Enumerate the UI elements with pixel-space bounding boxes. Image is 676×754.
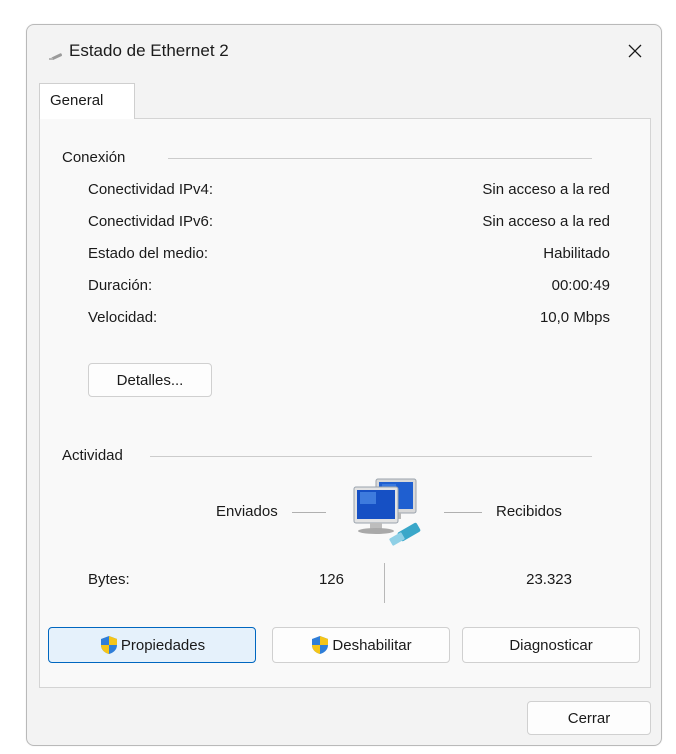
disable-button[interactable]: Deshabilitar <box>272 627 450 663</box>
duration-label: Duración: <box>88 277 153 294</box>
ipv4-value: Sin acceso a la red <box>482 181 610 198</box>
diagnose-button[interactable]: Diagnosticar <box>462 627 640 663</box>
connection-divider <box>168 158 592 159</box>
media-state-label: Estado del medio: <box>88 245 209 262</box>
close-button[interactable] <box>617 33 653 69</box>
sent-label: Enviados <box>216 503 278 520</box>
speed-label: Velocidad: <box>88 309 158 326</box>
close-dialog-button[interactable]: Cerrar <box>527 701 651 735</box>
activity-heading: Actividad <box>62 447 123 464</box>
properties-button-label: Propiedades <box>120 636 206 654</box>
received-label: Recibidos <box>496 503 562 520</box>
network-computers-icon <box>353 478 421 546</box>
received-connector <box>444 512 482 513</box>
disable-button-label: Deshabilitar <box>332 636 412 654</box>
activity-divider <box>150 456 592 457</box>
bytes-label: Bytes: <box>88 571 130 588</box>
ipv6-label: Conectividad IPv6: <box>88 213 214 230</box>
general-panel: Conexión Conectividad IPv4: Sin acceso a… <box>39 118 651 688</box>
sent-connector <box>292 512 326 513</box>
bytes-sent-value: 126 <box>318 571 344 588</box>
details-button[interactable]: Detalles... <box>88 363 212 397</box>
ipv6-value: Sin acceso a la red <box>482 213 610 230</box>
uac-shield-icon <box>312 636 329 654</box>
ethernet-status-dialog: Estado de Ethernet 2 General Conexión Co… <box>26 24 662 746</box>
bytes-separator <box>384 563 385 603</box>
duration-value: 00:00:49 <box>551 277 610 294</box>
properties-button[interactable]: Propiedades <box>48 627 256 663</box>
speed-value: 10,0 Mbps <box>539 309 610 326</box>
title-bar[interactable]: Estado de Ethernet 2 <box>27 25 661 79</box>
media-state-value: Habilitado <box>543 245 610 262</box>
uac-shield-icon <box>100 636 117 654</box>
window-title: Estado de Ethernet 2 <box>69 41 229 60</box>
tab-general-label: General <box>50 92 104 109</box>
connection-heading: Conexión <box>62 149 126 166</box>
bytes-received-value: 23.323 <box>526 571 572 588</box>
ipv4-label: Conectividad IPv4: <box>88 181 214 198</box>
ethernet-cable-icon <box>49 53 63 61</box>
close-icon <box>628 44 642 58</box>
tab-general[interactable]: General <box>39 83 135 119</box>
